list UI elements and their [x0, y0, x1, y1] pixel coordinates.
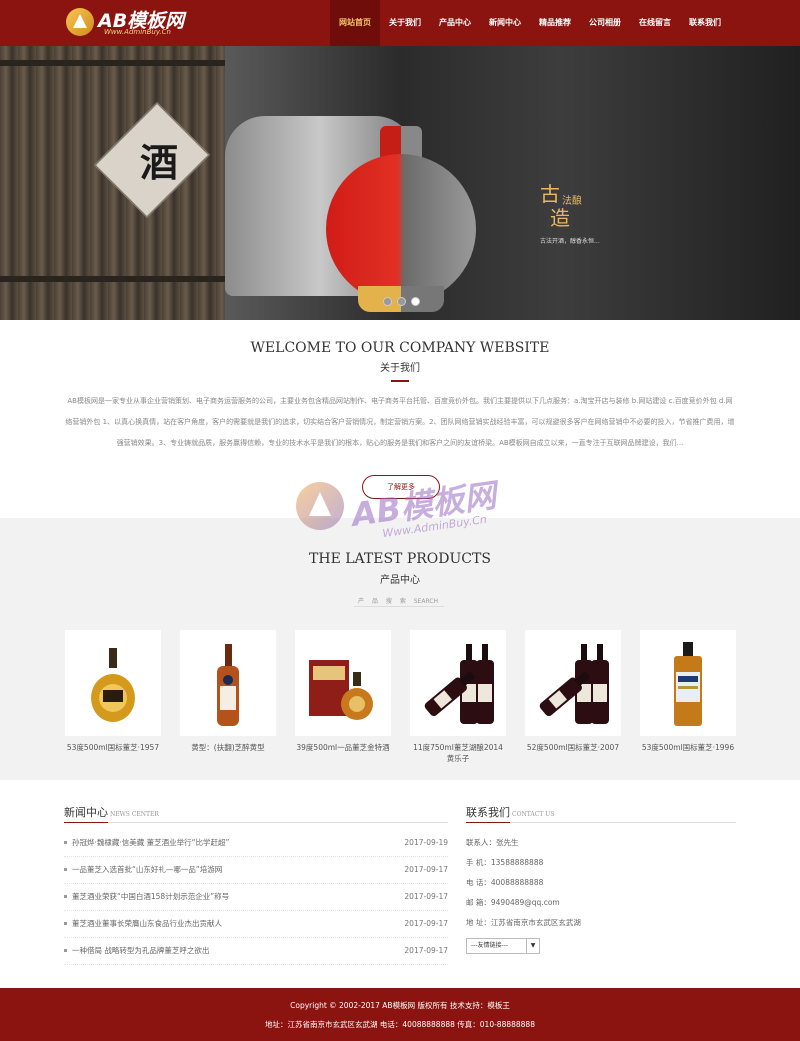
products-section: THE LATEST PRODUCTS 产品中心 产 品 搜 索 SEARCH …: [0, 518, 800, 780]
news-item-date: 2017-09-17: [404, 892, 448, 901]
news-item-date: 2017-09-17: [404, 865, 448, 874]
carousel-dots: [383, 297, 420, 306]
contact-title-en: CONTACT US: [512, 811, 555, 818]
product-card[interactable]: 11度750ml董芝湖酿2014黄乐子: [410, 630, 506, 764]
logo-mark-icon: [66, 8, 94, 36]
products-subtitle: 产品中心: [380, 575, 420, 586]
news-item[interactable]: 孙冠烨·魏棣藏·信美藏 董芝酒业举行“比学赶超” 2017-09-19: [64, 830, 448, 857]
search-label-char: 产: [358, 598, 365, 605]
contact-title: 联系我们: [466, 806, 510, 819]
contact-mobile: 手 机：13588888888: [466, 858, 544, 867]
news-item[interactable]: 一种借局 战略转型为孔品牌董芝呼之欲出 2017-09-17: [64, 938, 448, 965]
hero-banner[interactable]: 酒 古 法酿 造 古法开酒，醇香永恒...: [0, 46, 800, 320]
product-card[interactable]: 52度500ml国标董芝·2007: [525, 630, 621, 753]
product-card[interactable]: 53度500ml国标董芝·1957: [65, 630, 161, 753]
about-subtitle: 关于我们: [380, 363, 420, 374]
product-search[interactable]: 产 品 搜 索 SEARCH: [354, 596, 444, 607]
logo-subtext: Www.AdminBuy.Cn: [104, 28, 171, 36]
bullet-icon: [64, 841, 67, 844]
nav-item-home[interactable]: 网站首页: [330, 0, 380, 46]
product-name[interactable]: 11度750ml董芝湖酿2014黄乐子: [410, 742, 506, 764]
nav-item-featured[interactable]: 精品推荐: [530, 0, 580, 46]
product-name[interactable]: 53度500ml国标董芝·1996: [640, 742, 736, 753]
friend-links-select[interactable]: ---友情链接--- ▼: [466, 938, 540, 954]
product-image[interactable]: [65, 630, 161, 736]
search-label-char: 索: [399, 598, 406, 605]
nav-item-contact[interactable]: 联系我们: [680, 0, 730, 46]
news-title-en: NEWS CENTER: [110, 811, 159, 818]
carousel-dot-3[interactable]: [411, 297, 420, 306]
about-title: WELCOME TO OUR COMPANY WEBSITE: [250, 340, 550, 356]
bullet-icon: [64, 922, 67, 925]
news-item-title[interactable]: 一品董芝入选首批“山东好礼—哪一品”培游网: [72, 857, 222, 883]
main-nav: 网站首页 关于我们 产品中心 新闻中心 精品推荐 公司相册 在线留言 联系我们: [330, 0, 730, 46]
bullet-icon: [64, 949, 67, 952]
news-title: 新闻中心: [64, 806, 108, 819]
site-footer: Copyright © 2002-2017 AB模板网 版权所有 技术支持：模板…: [0, 988, 800, 1041]
news-item[interactable]: 董芝酒业荣获“中国白酒158计划示范企业”称号 2017-09-17: [64, 884, 448, 911]
about-divider: [391, 380, 409, 382]
nav-item-about[interactable]: 关于我们: [380, 0, 430, 46]
news-item[interactable]: 董芝酒业董事长荣膺山东食品行业杰出贡献人 2017-09-17: [64, 911, 448, 938]
product-card[interactable]: 黄型：(扶翻)芝醉黄型: [180, 630, 276, 753]
banner-char-zao: 造: [550, 206, 570, 230]
banner-sign-char: 酒: [140, 140, 179, 185]
contact-person: 联系人：张先生: [466, 838, 519, 847]
bullet-icon: [64, 868, 67, 871]
news-list: 孙冠烨·魏棣藏·信美藏 董芝酒业举行“比学赶超” 2017-09-19 一品董芝…: [64, 830, 448, 965]
friend-links-value: ---友情链接---: [471, 942, 508, 949]
product-image[interactable]: [410, 630, 506, 736]
nav-item-album[interactable]: 公司相册: [580, 0, 630, 46]
product-image[interactable]: [525, 630, 621, 736]
product-name[interactable]: 52度500ml国标董芝·2007: [525, 742, 621, 753]
product-image[interactable]: [180, 630, 276, 736]
carousel-dot-2[interactable]: [397, 297, 406, 306]
product-image[interactable]: [295, 630, 391, 736]
news-item-date: 2017-09-17: [404, 946, 448, 955]
news-item-date: 2017-09-17: [404, 919, 448, 928]
product-name[interactable]: 黄型：(扶翻)芝醉黄型: [180, 742, 276, 753]
products-title: THE LATEST PRODUCTS: [309, 551, 491, 567]
product-card[interactable]: 53度500ml国标董芝·1996: [640, 630, 736, 753]
news-divider: [64, 822, 448, 823]
chevron-down-icon[interactable]: ▼: [526, 939, 539, 953]
product-name[interactable]: 53度500ml国标董芝·1957: [65, 742, 161, 753]
about-text: AB模板网是一家专业从事企业营销策划、电子商务运营服务的公司，主要业务包含精品网…: [65, 397, 735, 447]
nav-item-message[interactable]: 在线留言: [630, 0, 680, 46]
site-logo[interactable]: AB模板网 Www.AdminBuy.Cn: [66, 8, 186, 40]
carousel-dot-1[interactable]: [383, 297, 392, 306]
news-section-title: 新闻中心 NEWS CENTER: [64, 804, 159, 820]
contact-list: 联系人：张先生 手 机：13588888888 电 话：40088888888 …: [466, 833, 581, 933]
search-label-en: SEARCH: [413, 598, 439, 605]
product-card[interactable]: 39度500ml一品董芝金特酒: [295, 630, 391, 753]
contact-section-title: 联系我们 CONTACT US: [466, 804, 554, 820]
nav-item-news[interactable]: 新闻中心: [480, 0, 530, 46]
footer-copyright: Copyright © 2002-2017 AB模板网 版权所有 技术支持：模板…: [290, 1001, 510, 1010]
contact-divider: [466, 822, 736, 823]
search-label-char: 品: [371, 598, 378, 605]
contact-address: 地 址：江苏省南京市玄武区玄武湖: [466, 918, 581, 927]
search-label-char: 搜: [385, 598, 392, 605]
news-item[interactable]: 一品董芝入选首批“山东好礼—哪一品”培游网 2017-09-17: [64, 857, 448, 884]
footer-address: 地址：江苏省南京市玄武区玄武湖 电话：40088888888 传真：010-88…: [265, 1020, 535, 1029]
contact-email[interactable]: 邮 箱：9490489@qq.com: [466, 893, 581, 913]
news-item-title[interactable]: 董芝酒业荣获“中国白酒158计划示范企业”称号: [72, 884, 229, 910]
contact-phone: 电 话：40088888888: [466, 878, 544, 887]
news-item-date: 2017-09-19: [404, 838, 448, 847]
learn-more-button[interactable]: 了解更多: [362, 475, 440, 499]
product-list: 53度500ml国标董芝·1957 黄型：(扶翻)芝醉黄型 39度500ml一品…: [65, 630, 737, 770]
banner-jar-image: [326, 126, 476, 316]
nav-item-products[interactable]: 产品中心: [430, 0, 480, 46]
site-header: AB模板网 Www.AdminBuy.Cn 网站首页 关于我们 产品中心 新闻中…: [0, 0, 800, 46]
news-item-title[interactable]: 董芝酒业董事长荣膺山东食品行业杰出贡献人: [72, 911, 222, 937]
bullet-icon: [64, 895, 67, 898]
product-image[interactable]: [640, 630, 736, 736]
banner-tagline: 古法开酒，醇香永恒...: [540, 238, 600, 245]
news-item-title[interactable]: 孙冠烨·魏棣藏·信美藏 董芝酒业举行“比学赶超”: [72, 830, 229, 856]
news-item-title[interactable]: 一种借局 战略转型为孔品牌董芝呼之欲出: [72, 938, 209, 964]
product-name[interactable]: 39度500ml一品董芝金特酒: [295, 742, 391, 753]
